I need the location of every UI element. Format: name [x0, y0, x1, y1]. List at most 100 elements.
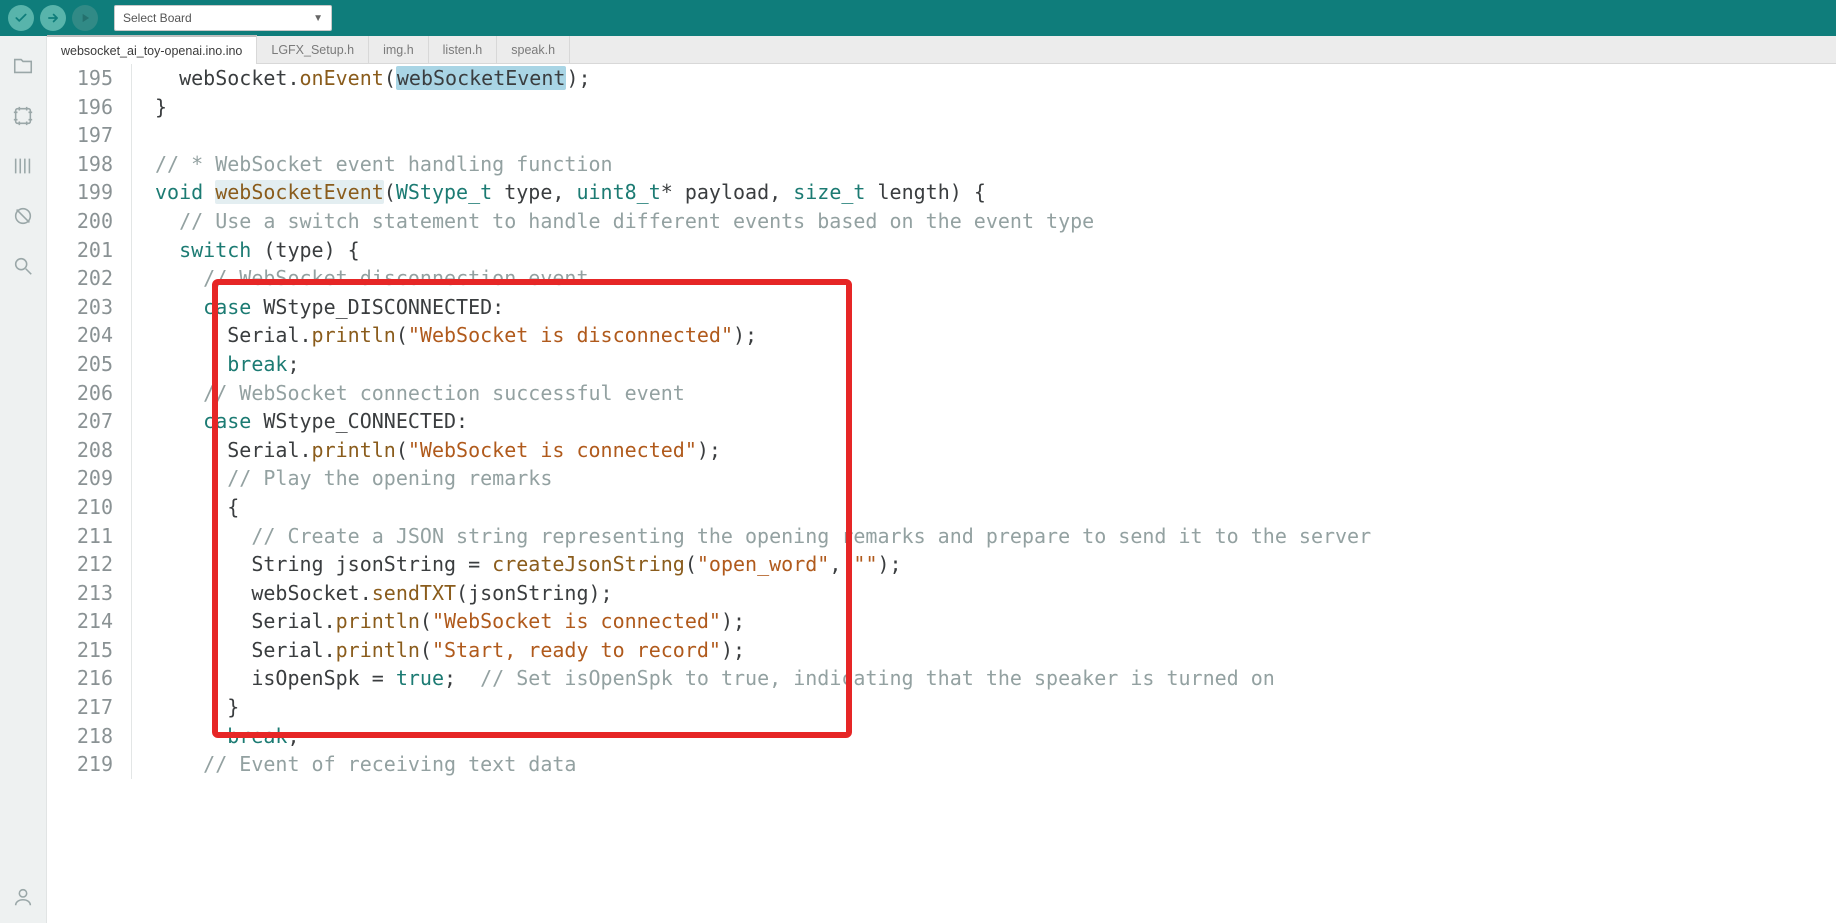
code-line: 207 case WStype_CONNECTED: — [47, 407, 1836, 436]
board-selector-label: Select Board — [123, 11, 192, 25]
line-number: 212 — [47, 550, 127, 579]
line-number: 206 — [47, 379, 127, 408]
code-line: 201 switch (type) { — [47, 236, 1836, 265]
fold-gutter — [127, 436, 143, 465]
library-manager-icon[interactable] — [11, 154, 35, 178]
code-line: 210 { — [47, 493, 1836, 522]
code-line: 205 break; — [47, 350, 1836, 379]
chevron-down-icon: ▼ — [313, 13, 323, 24]
sidebar — [0, 36, 47, 923]
fold-gutter — [127, 293, 143, 322]
fold-gutter — [127, 150, 143, 179]
line-number: 214 — [47, 607, 127, 636]
tabbar: websocket_ai_toy-openai.ino.inoLGFX_Setu… — [47, 36, 1836, 64]
fold-gutter — [127, 550, 143, 579]
debug-button[interactable] — [72, 5, 98, 31]
arrow-right-icon — [46, 11, 60, 25]
code-line: 209 // Play the opening remarks — [47, 464, 1836, 493]
code-text: // Create a JSON string representing the… — [143, 522, 1371, 551]
code-text: switch (type) { — [143, 236, 360, 265]
code-line: 211 // Create a JSON string representing… — [47, 522, 1836, 551]
line-number: 195 — [47, 64, 127, 93]
board-manager-icon[interactable] — [11, 104, 35, 128]
code-line: 213 webSocket.sendTXT(jsonString); — [47, 579, 1836, 608]
code-text: Serial.println("WebSocket is connected")… — [143, 436, 721, 465]
fold-gutter — [127, 379, 143, 408]
search-icon[interactable] — [11, 254, 35, 278]
verify-button[interactable] — [8, 5, 34, 31]
fold-gutter — [127, 750, 143, 779]
code-text: case WStype_CONNECTED: — [143, 407, 468, 436]
fold-gutter — [127, 350, 143, 379]
fold-gutter — [127, 607, 143, 636]
fold-gutter — [127, 493, 143, 522]
line-number: 205 — [47, 350, 127, 379]
line-number: 211 — [47, 522, 127, 551]
upload-button[interactable] — [40, 5, 66, 31]
code-text: webSocket.sendTXT(jsonString); — [143, 579, 613, 608]
code-text: // * WebSocket event handling function — [143, 150, 613, 179]
code-line: 208 Serial.println("WebSocket is connect… — [47, 436, 1836, 465]
fold-gutter — [127, 207, 143, 236]
tab-4[interactable]: speak.h — [497, 36, 570, 63]
fold-gutter — [127, 64, 143, 93]
code-line: 197 — [47, 121, 1836, 150]
code-text: Serial.println("WebSocket is disconnecte… — [143, 321, 757, 350]
sketchbook-icon[interactable] — [11, 54, 35, 78]
code-text: break; — [143, 722, 300, 751]
code-text — [143, 121, 167, 150]
line-number: 200 — [47, 207, 127, 236]
code-line: 216 isOpenSpk = true; // Set isOpenSpk t… — [47, 664, 1836, 693]
fold-gutter — [127, 693, 143, 722]
tab-0[interactable]: websocket_ai_toy-openai.ino.ino — [47, 35, 257, 64]
code-text: } — [143, 693, 239, 722]
line-number: 203 — [47, 293, 127, 322]
line-number: 209 — [47, 464, 127, 493]
fold-gutter — [127, 178, 143, 207]
line-number: 208 — [47, 436, 127, 465]
code-text: Serial.println("WebSocket is connected")… — [143, 607, 745, 636]
fold-gutter — [127, 522, 143, 551]
code-line: 219 // Event of receiving text data — [47, 750, 1836, 779]
check-icon — [14, 11, 28, 25]
line-number: 202 — [47, 264, 127, 293]
board-selector[interactable]: Select Board ▼ — [114, 5, 332, 31]
editor-area: websocket_ai_toy-openai.ino.inoLGFX_Setu… — [47, 36, 1836, 923]
account-icon[interactable] — [11, 885, 35, 909]
code-line: 202 // WebSocket disconnection event — [47, 264, 1836, 293]
fold-gutter — [127, 636, 143, 665]
code-line: 200 // Use a switch statement to handle … — [47, 207, 1836, 236]
fold-gutter — [127, 236, 143, 265]
fold-gutter — [127, 93, 143, 122]
code-line: 218 break; — [47, 722, 1836, 751]
fold-gutter — [127, 121, 143, 150]
fold-gutter — [127, 664, 143, 693]
code-text: String jsonString = createJsonString("op… — [143, 550, 902, 579]
line-number: 196 — [47, 93, 127, 122]
fade-overlay — [47, 897, 1836, 923]
code-line: 203 case WStype_DISCONNECTED: — [47, 293, 1836, 322]
code-text: // Event of receiving text data — [143, 750, 576, 779]
code-line: 199void webSocketEvent(WStype_t type, ui… — [47, 178, 1836, 207]
code-text: // WebSocket disconnection event — [143, 264, 588, 293]
code-text: // WebSocket connection successful event — [143, 379, 685, 408]
line-number: 199 — [47, 178, 127, 207]
code-line: 198// * WebSocket event handling functio… — [47, 150, 1836, 179]
tab-3[interactable]: listen.h — [429, 36, 498, 63]
debug-panel-icon[interactable] — [11, 204, 35, 228]
toolbar: Select Board ▼ — [0, 0, 1836, 36]
tab-2[interactable]: img.h — [369, 36, 429, 63]
line-number: 210 — [47, 493, 127, 522]
code-text: Serial.println("Start, ready to record")… — [143, 636, 745, 665]
code-text: { — [143, 493, 239, 522]
line-number: 197 — [47, 121, 127, 150]
code-line: 212 String jsonString = createJsonString… — [47, 550, 1836, 579]
code-editor[interactable]: 195 webSocket.onEvent(webSocketEvent);19… — [47, 64, 1836, 923]
code-text: case WStype_DISCONNECTED: — [143, 293, 504, 322]
line-number: 213 — [47, 579, 127, 608]
play-debug-icon — [78, 11, 92, 25]
fold-gutter — [127, 579, 143, 608]
code-line: 195 webSocket.onEvent(webSocketEvent); — [47, 64, 1836, 93]
tab-1[interactable]: LGFX_Setup.h — [257, 36, 369, 63]
body: websocket_ai_toy-openai.ino.inoLGFX_Setu… — [0, 36, 1836, 923]
